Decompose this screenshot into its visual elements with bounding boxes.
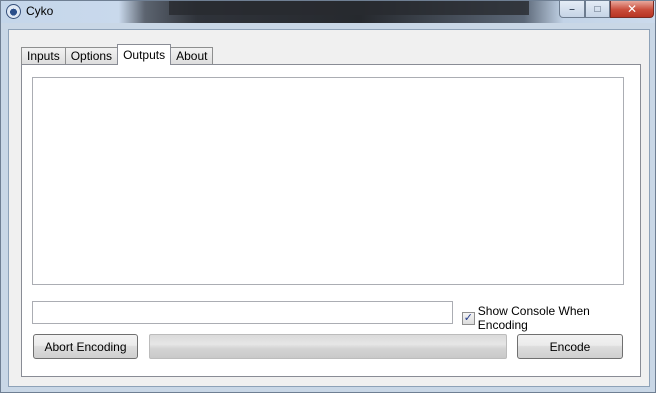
app-window: Cyko – □ ✕ Inputs Options Outputs About … bbox=[0, 0, 656, 393]
tab-inputs[interactable]: Inputs bbox=[21, 47, 66, 65]
show-console-checkbox[interactable]: ✓ Show Console When Encoding bbox=[462, 304, 640, 332]
checkbox-check-icon[interactable]: ✓ bbox=[462, 311, 475, 325]
minimize-button[interactable]: – bbox=[559, 1, 585, 18]
maximize-button[interactable]: □ bbox=[585, 1, 610, 18]
tab-options[interactable]: Options bbox=[64, 47, 119, 65]
encode-button[interactable]: Encode bbox=[517, 334, 623, 359]
tab-outputs[interactable]: Outputs bbox=[117, 44, 172, 65]
tab-about[interactable]: About bbox=[170, 47, 214, 65]
encoding-progress-bar bbox=[149, 334, 507, 359]
window-title: Cyko bbox=[26, 4, 54, 18]
app-icon[interactable] bbox=[6, 4, 21, 19]
show-console-label: Show Console When Encoding bbox=[477, 304, 590, 332]
title-bar[interactable]: Cyko – □ ✕ bbox=[1, 1, 655, 23]
client-area: Inputs Options Outputs About ✓ Show Cons… bbox=[8, 29, 650, 387]
abort-encoding-button[interactable]: Abort Encoding bbox=[33, 334, 138, 359]
output-log-box[interactable] bbox=[32, 77, 624, 285]
close-button[interactable]: ✕ bbox=[610, 1, 654, 18]
output-path-input[interactable] bbox=[32, 301, 453, 324]
outputs-panel: ✓ Show Console When Encoding Abort Encod… bbox=[21, 64, 641, 377]
tab-strip: Inputs Options Outputs About bbox=[21, 44, 214, 65]
